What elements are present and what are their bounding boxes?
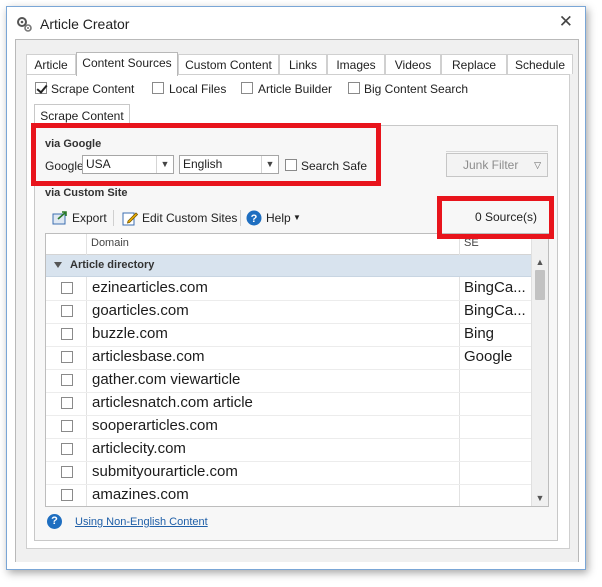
se-cell: Google xyxy=(464,348,513,365)
scroll-thumb[interactable] xyxy=(535,270,545,300)
local-files-checkbox[interactable] xyxy=(152,82,164,94)
tab-schedule[interactable]: Schedule xyxy=(507,54,573,74)
table-row[interactable]: articlesnatch.com article xyxy=(46,392,532,416)
via-google-heading: via Google xyxy=(45,138,102,150)
se-cell: BingCa... xyxy=(464,279,526,296)
help-circle-icon: ? xyxy=(47,514,62,529)
row-checkbox[interactable] xyxy=(61,282,73,294)
domain-grid: Domain SE Article directory ezinearticle… xyxy=(45,233,549,507)
tab-scrape-content[interactable]: Scrape Content xyxy=(34,104,130,126)
table-row[interactable]: amazines.com xyxy=(46,484,532,506)
column-se[interactable]: SE xyxy=(464,237,479,249)
row-checkbox[interactable] xyxy=(61,328,73,340)
search-safe-checkbox[interactable] xyxy=(285,159,297,171)
edit-custom-sites-button[interactable]: Edit Custom Sites xyxy=(122,209,238,227)
tab-replace[interactable]: Replace xyxy=(441,54,507,74)
domain-cell: buzzle.com xyxy=(92,325,168,342)
tab-content-sources[interactable]: Content Sources xyxy=(76,52,178,76)
tab-videos[interactable]: Videos xyxy=(385,54,441,74)
row-checkbox[interactable] xyxy=(61,466,73,478)
collapse-triangle-icon[interactable] xyxy=(54,262,62,268)
scrape-content-checkbox[interactable] xyxy=(35,82,47,94)
row-checkbox[interactable] xyxy=(61,374,73,386)
language-value: English xyxy=(183,157,223,171)
chevron-down-icon: ▽ xyxy=(534,160,541,170)
domain-cell: articlesbase.com xyxy=(92,348,205,365)
table-row[interactable]: gather.com viewarticle xyxy=(46,369,532,393)
vertical-scrollbar[interactable]: ▲ ▼ xyxy=(531,234,548,506)
table-row[interactable]: ezinearticles.com BingCa... xyxy=(46,277,532,301)
group-label: Article directory xyxy=(70,259,155,271)
help-icon: ? xyxy=(246,210,262,226)
chevron-down-icon: ▼ xyxy=(261,156,278,173)
google-label: Google xyxy=(45,159,84,173)
row-checkbox[interactable] xyxy=(61,397,73,409)
article-builder-checkbox[interactable] xyxy=(241,82,253,94)
table-row[interactable]: articlecity.com xyxy=(46,438,532,462)
domain-cell: ezinearticles.com xyxy=(92,279,208,296)
help-button[interactable]: ? Help ▼ xyxy=(246,209,302,227)
table-row[interactable]: articlesbase.com Google xyxy=(46,346,532,370)
table-row[interactable]: submityourarticle.com xyxy=(46,461,532,485)
se-cell: Bing xyxy=(464,325,495,342)
table-row[interactable]: sooperarticles.com xyxy=(46,415,532,439)
scroll-down-icon[interactable]: ▼ xyxy=(532,490,548,506)
junk-filter-button[interactable]: Junk Filter ▽ xyxy=(446,153,548,177)
via-custom-site-heading: via Custom Site xyxy=(45,187,128,199)
table-row[interactable]: goarticles.com BingCa... xyxy=(46,300,532,324)
svg-text:?: ? xyxy=(251,213,258,225)
domain-cell: sooperarticles.com xyxy=(92,417,218,434)
row-checkbox[interactable] xyxy=(61,489,73,501)
row-checkbox[interactable] xyxy=(61,305,73,317)
country-value: USA xyxy=(86,157,111,171)
close-icon[interactable]: ✕ xyxy=(559,13,573,31)
big-content-search-label: Big Content Search xyxy=(364,82,469,96)
local-files-label: Local Files xyxy=(169,82,227,96)
domain-cell: articlecity.com xyxy=(92,440,186,457)
table-row[interactable]: buzzle.com Bing xyxy=(46,323,532,347)
help-label: Help xyxy=(266,211,291,225)
tab-links[interactable]: Links xyxy=(279,54,327,74)
group-row-article-directory[interactable]: Article directory xyxy=(46,255,532,277)
edit-icon xyxy=(122,212,138,226)
gears-icon xyxy=(17,17,32,32)
domain-cell: articlesnatch.com article xyxy=(92,394,253,411)
non-english-content-link[interactable]: Using Non-English Content xyxy=(75,516,208,528)
tab-custom-content[interactable]: Custom Content xyxy=(178,54,279,74)
title-bar: Article Creator ✕ xyxy=(7,7,585,39)
export-label: Export xyxy=(72,211,107,225)
domain-cell: gather.com viewarticle xyxy=(92,371,241,388)
domain-cell: submityourarticle.com xyxy=(92,463,238,480)
toolbar-separator xyxy=(113,210,114,226)
chevron-down-icon: ▼ xyxy=(156,156,173,173)
search-safe-label: Search Safe xyxy=(301,159,368,173)
language-select[interactable]: English ▼ xyxy=(179,155,279,174)
country-select[interactable]: USA ▼ xyxy=(82,155,174,174)
scroll-up-icon[interactable]: ▲ xyxy=(532,254,548,270)
edit-custom-sites-label: Edit Custom Sites xyxy=(142,211,238,225)
column-domain[interactable]: Domain xyxy=(91,237,129,249)
article-builder-label: Article Builder xyxy=(258,82,333,96)
big-content-search-checkbox[interactable] xyxy=(348,82,360,94)
row-checkbox[interactable] xyxy=(61,351,73,363)
domain-cell: amazines.com xyxy=(92,486,189,503)
tab-article[interactable]: Article xyxy=(26,54,76,74)
toolbar-separator xyxy=(240,210,241,226)
divider xyxy=(446,151,548,152)
domain-cell: goarticles.com xyxy=(92,302,189,319)
source-count: 0 Source(s) xyxy=(475,210,538,224)
tab-images[interactable]: Images xyxy=(327,54,385,74)
export-icon xyxy=(52,211,67,225)
window-title: Article Creator xyxy=(40,16,130,32)
scrape-content-label: Scrape Content xyxy=(51,82,135,96)
se-cell: BingCa... xyxy=(464,302,526,319)
junk-filter-label: Junk Filter xyxy=(463,158,519,172)
export-button[interactable]: Export xyxy=(52,209,112,227)
row-checkbox[interactable] xyxy=(61,443,73,455)
row-checkbox[interactable] xyxy=(61,420,73,432)
caret-down-icon: ▼ xyxy=(293,213,301,222)
